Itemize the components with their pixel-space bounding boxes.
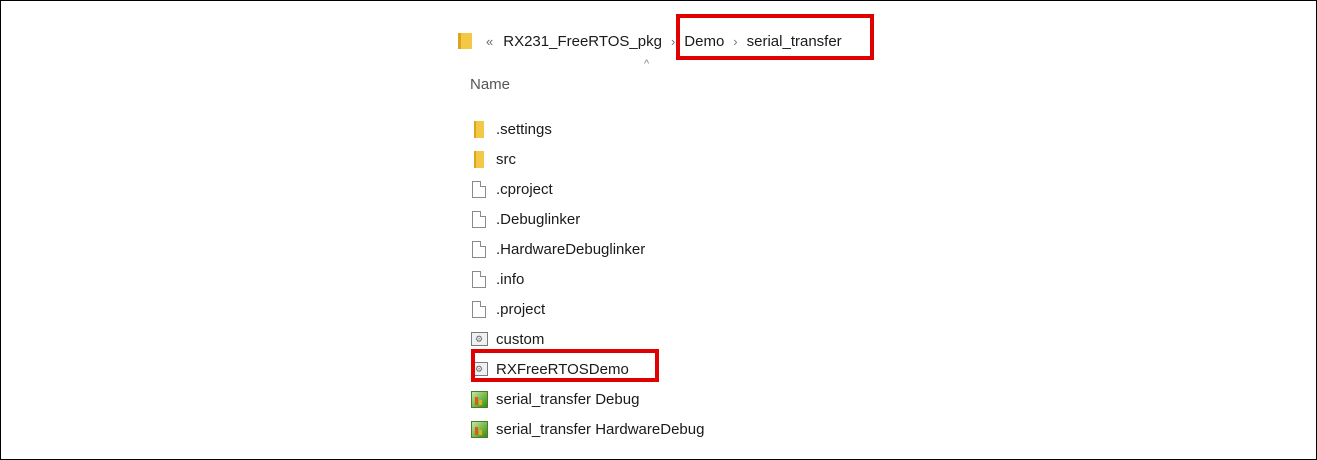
file-name: custom — [496, 330, 545, 348]
file-name: .settings — [496, 120, 552, 138]
file-item-info[interactable]: .info — [470, 264, 704, 294]
file-name: src — [496, 150, 516, 168]
folder-icon — [474, 120, 484, 138]
file-item-project[interactable]: .project — [470, 294, 704, 324]
config-file-icon: ⚙ — [470, 332, 488, 346]
file-name: .info — [496, 270, 525, 288]
document-icon — [472, 270, 486, 288]
file-name: .cproject — [496, 180, 553, 198]
file-name: serial_transfer Debug — [496, 390, 640, 408]
file-list: .settings src .cproject .Debuglinker .Ha… — [470, 114, 704, 444]
file-name: .project — [496, 300, 546, 318]
file-item-hardwaredebuglinker[interactable]: .HardwareDebuglinker — [470, 234, 704, 264]
file-item-serial-transfer-hardwaredebug[interactable]: serial_transfer HardwareDebug — [470, 414, 704, 444]
document-icon — [472, 210, 486, 228]
breadcrumb-item-pkg[interactable]: RX231_FreeRTOS_pkg — [503, 33, 662, 50]
folder-icon — [458, 33, 472, 49]
launch-config-icon — [470, 420, 488, 438]
file-item-cproject[interactable]: .cproject — [470, 174, 704, 204]
document-icon — [472, 180, 486, 198]
document-icon — [472, 300, 486, 318]
file-item-settings[interactable]: .settings — [470, 114, 704, 144]
file-item-serial-transfer-debug[interactable]: serial_transfer Debug — [470, 384, 704, 414]
chevron-right-icon[interactable]: › — [671, 34, 675, 49]
file-explorer: « RX231_FreeRTOS_pkg › Demo › serial_tra… — [452, 14, 882, 446]
file-item-src[interactable]: src — [470, 144, 704, 174]
file-name: serial_transfer HardwareDebug — [496, 420, 705, 438]
document-icon — [472, 240, 486, 258]
launch-config-icon — [470, 390, 488, 408]
file-item-debuglinker[interactable]: .Debuglinker — [470, 204, 704, 234]
breadcrumb-highlight-box — [676, 14, 874, 60]
column-header-name[interactable]: Name — [470, 76, 510, 93]
file-highlight-box — [471, 349, 659, 382]
folder-icon — [474, 150, 484, 168]
file-name: .Debuglinker — [496, 210, 581, 228]
sort-ascending-icon: ^ — [644, 58, 650, 70]
file-name: .HardwareDebuglinker — [496, 240, 646, 258]
breadcrumb-overflow-icon[interactable]: « — [486, 34, 493, 49]
